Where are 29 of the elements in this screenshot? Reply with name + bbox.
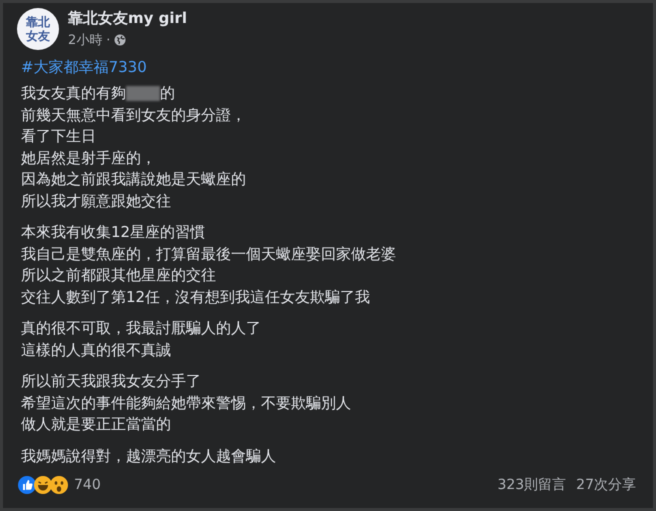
post-text-line: 所以前天我跟我女友分手了 — [21, 371, 202, 392]
like-reaction-icon[interactable] — [18, 476, 36, 494]
post-text-line: 的 — [160, 83, 175, 104]
post-text-line: 前幾天無意中看到女友的身分證， — [21, 104, 247, 126]
post-text-line: 這樣的人真的很不真誠 — [21, 340, 172, 360]
page-name[interactable]: 靠北女友my girl — [68, 9, 188, 28]
share-count[interactable]: 27次分享 — [576, 476, 636, 494]
post-text-line: 交往人數到了第12任，沒有想到我這任女友欺騙了我 — [21, 286, 372, 308]
page-avatar[interactable]: 靠北 女友 — [17, 8, 59, 50]
post-text-line: 她居然是射手座的， — [21, 148, 157, 168]
globe-icon — [114, 34, 126, 46]
post-text-line: 所以之前都跟其他星座的交往 — [21, 265, 217, 286]
post-time[interactable]: 2小時 — [68, 31, 102, 49]
post-text-line: 所以我才願意跟她交往 — [21, 190, 172, 212]
reaction-count[interactable]: 740 — [74, 477, 101, 493]
post-text-line: 因為她之前跟我講說她是天蠍座的 — [21, 169, 247, 190]
post-text-line: 我媽媽說得對，越漂亮的女人越會騙人 — [21, 446, 277, 466]
separator-dot: · — [106, 32, 110, 48]
hashtag-link[interactable]: #大家都幸福7330 — [21, 58, 639, 77]
post-text-line: 真的很不可取，我最討厭騙人的人了 — [21, 318, 262, 339]
post-text-line: 看了下生日 — [21, 126, 97, 147]
haha-reaction-icon[interactable] — [34, 476, 52, 494]
comment-count[interactable]: 323則留言 — [497, 476, 566, 494]
post-text-line: 希望這次的事件能夠給她帶來警惕，不要欺騙別人 — [21, 392, 352, 414]
post-text-line: 本來我有收集12星座的習慣 — [21, 222, 206, 243]
post-text-line: 我自己是雙魚座的，打算留最後一個天蠍座娶回家做老婆 — [21, 244, 397, 264]
post-text-line: 我女友真的有夠 — [21, 83, 126, 104]
wow-reaction-icon[interactable] — [50, 476, 68, 494]
post-text-line: 做人就是要正正當當的 — [21, 414, 172, 435]
